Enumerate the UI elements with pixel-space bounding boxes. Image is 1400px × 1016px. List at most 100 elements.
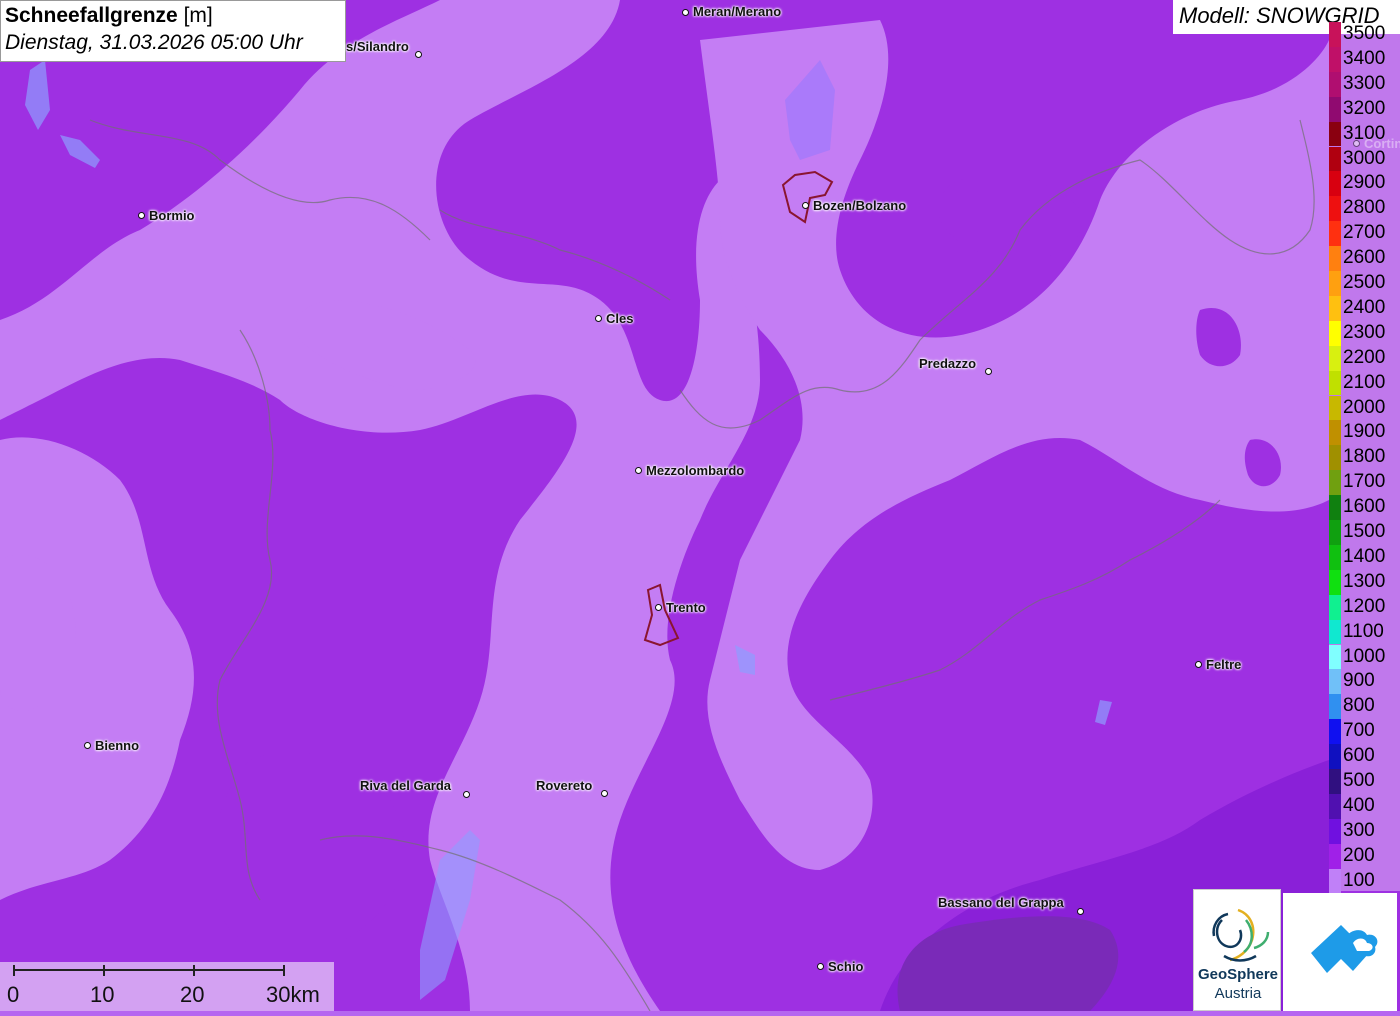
legend-label: 3200 bbox=[1343, 97, 1386, 119]
legend-item: 2400 bbox=[1329, 295, 1400, 321]
legend-swatch bbox=[1329, 843, 1341, 869]
legend-label: 3500 bbox=[1343, 23, 1386, 44]
legend-label: 1300 bbox=[1343, 570, 1386, 592]
cloud-arrow-icon bbox=[1311, 925, 1378, 973]
legend-label: 1500 bbox=[1343, 521, 1386, 542]
legend-item: 2900 bbox=[1329, 171, 1400, 197]
legend-item: 2000 bbox=[1329, 395, 1400, 421]
legend-label: 800 bbox=[1343, 695, 1375, 717]
city-marker bbox=[83, 741, 91, 749]
legend-item: 2100 bbox=[1329, 370, 1400, 396]
legend-label: 2000 bbox=[1343, 396, 1386, 418]
geosphere-logo[interactable]: GeoSphere Austria bbox=[1193, 889, 1281, 1011]
legend-swatch bbox=[1329, 121, 1341, 147]
legend-label: 100 bbox=[1343, 869, 1375, 891]
legend-label: 1200 bbox=[1343, 595, 1386, 617]
legend-swatch bbox=[1329, 445, 1341, 471]
legend-item: 3200 bbox=[1329, 96, 1400, 122]
city-marker bbox=[634, 466, 642, 474]
city-marker bbox=[984, 367, 992, 375]
city-marker bbox=[816, 962, 824, 970]
legend-item: 1100 bbox=[1329, 619, 1400, 645]
legend-item: 1200 bbox=[1329, 594, 1400, 620]
legend-label: 600 bbox=[1343, 745, 1375, 767]
scale-bar-ruler bbox=[13, 965, 285, 976]
legend-item: 1300 bbox=[1329, 569, 1400, 595]
legend-label: 2900 bbox=[1343, 172, 1386, 194]
legend-swatch bbox=[1329, 694, 1341, 720]
legend-label: 1600 bbox=[1343, 496, 1386, 518]
legend-label: 900 bbox=[1343, 670, 1375, 692]
legend-label: 1800 bbox=[1343, 446, 1386, 468]
legend-item: 1800 bbox=[1329, 445, 1400, 471]
city-marker bbox=[600, 789, 608, 797]
legend-swatch bbox=[1329, 221, 1341, 247]
legend-label: 3400 bbox=[1343, 47, 1386, 69]
legend-item: 1400 bbox=[1329, 544, 1400, 570]
city-marker bbox=[462, 790, 470, 798]
city-marker bbox=[594, 314, 602, 322]
legend-label: 200 bbox=[1343, 844, 1375, 866]
legend-item: 800 bbox=[1329, 694, 1400, 720]
legend-item: 1700 bbox=[1329, 470, 1400, 496]
legend-swatch bbox=[1329, 146, 1341, 172]
legend-item: 1600 bbox=[1329, 495, 1400, 520]
legend-item: 200 bbox=[1329, 843, 1400, 869]
legend-item: 2600 bbox=[1329, 246, 1400, 271]
legend-swatch bbox=[1329, 669, 1341, 695]
weather-logo[interactable] bbox=[1283, 893, 1397, 1011]
geosphere-name: GeoSphere bbox=[1197, 966, 1279, 983]
legend-swatch bbox=[1329, 719, 1341, 745]
legend-item: 3300 bbox=[1329, 71, 1400, 97]
legend-label: 2200 bbox=[1343, 346, 1386, 368]
geosphere-emblem-icon bbox=[1212, 908, 1270, 962]
legend-label: 2800 bbox=[1343, 197, 1386, 219]
legend-label: 1700 bbox=[1343, 471, 1386, 493]
legend-swatch bbox=[1329, 171, 1341, 197]
city-label: Meran/Merano bbox=[693, 4, 782, 19]
title-box: Schneefallgrenze [m] Dienstag, 31.03.202… bbox=[0, 0, 346, 62]
legend-label: 1900 bbox=[1343, 421, 1386, 443]
legend-swatch bbox=[1329, 594, 1341, 620]
color-legend: 3500 3400 3300 3200 3100 3000 2900 2800 2700 2600… bbox=[1329, 22, 1400, 894]
legend-label: 700 bbox=[1343, 720, 1375, 742]
legend-swatch bbox=[1329, 420, 1341, 446]
legend-label: 2100 bbox=[1343, 371, 1386, 393]
legend-item: 100 bbox=[1329, 868, 1400, 894]
city-label: Bassano del Grappa bbox=[938, 895, 1064, 910]
city-label: Bozen/Bolzano bbox=[813, 198, 907, 213]
legend-swatch bbox=[1329, 619, 1341, 645]
scale-label-30km: 30km bbox=[266, 982, 320, 1007]
city-label: Schio bbox=[828, 959, 864, 974]
legend-item: 2700 bbox=[1329, 221, 1400, 247]
legend-item: 1900 bbox=[1329, 420, 1400, 446]
legend-item: 3400 bbox=[1329, 46, 1400, 72]
legend-swatch bbox=[1329, 644, 1341, 670]
forecast-datetime: Dienstag, 31.03.2026 05:00 Uhr bbox=[5, 31, 303, 54]
legend-item: 600 bbox=[1329, 744, 1400, 769]
legend-swatch bbox=[1329, 246, 1341, 271]
city-label: Bormio bbox=[149, 208, 195, 223]
legend-item: 2800 bbox=[1329, 196, 1400, 222]
city-marker bbox=[1194, 660, 1202, 668]
map-canvas[interactable] bbox=[0, 0, 1400, 1011]
legend-label: 2400 bbox=[1343, 296, 1386, 318]
legend-item: 400 bbox=[1329, 793, 1400, 819]
city-label: Predazzo bbox=[919, 356, 977, 371]
legend-swatch bbox=[1329, 520, 1341, 545]
scale-bar: 0 10 20 30km bbox=[0, 962, 334, 1011]
legend-label: 2500 bbox=[1343, 272, 1386, 293]
legend-swatch bbox=[1329, 196, 1341, 222]
geosphere-subname: Austria bbox=[1214, 985, 1262, 1002]
legend-swatch bbox=[1329, 544, 1341, 570]
city-marker bbox=[801, 201, 809, 209]
legend-item: 300 bbox=[1329, 818, 1400, 844]
legend-item: 3500 bbox=[1329, 22, 1400, 47]
city-label: Trento bbox=[666, 600, 706, 615]
legend-item: 1500 bbox=[1329, 520, 1400, 545]
city-label: Bienno bbox=[95, 738, 140, 753]
city-marker bbox=[137, 211, 145, 219]
city-marker bbox=[681, 8, 689, 16]
legend-swatch bbox=[1329, 370, 1341, 396]
legend-swatch bbox=[1329, 744, 1341, 769]
